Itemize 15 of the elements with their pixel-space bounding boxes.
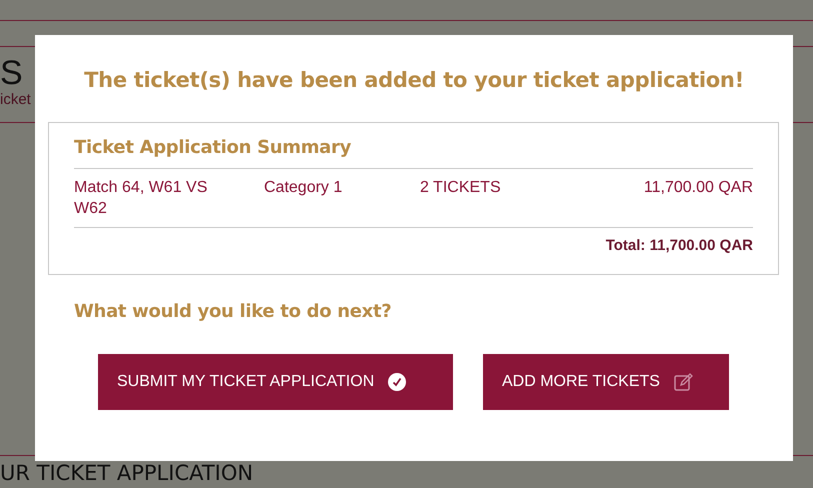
page-heading: S: [0, 55, 23, 91]
dialog-title: The ticket(s) have been added to your ticket application!: [83, 68, 745, 92]
total-amount: Total: 11,700.00 QAR: [606, 237, 753, 254]
summary-title: Ticket Application Summary: [74, 137, 753, 169]
checkmark-icon: [388, 373, 406, 391]
ticket-quantity: 2 TICKETS: [420, 178, 502, 198]
add-tickets-button[interactable]: ADD MORE TICKETS: [483, 354, 729, 410]
edit-icon: [674, 372, 694, 392]
ticket-price: 11,700.00 QAR: [642, 178, 753, 198]
submit-button[interactable]: SUBMIT MY TICKET APPLICATION: [98, 354, 453, 410]
section-heading: UR TICKET APPLICATION: [0, 460, 254, 487]
ticket-category: Category 1: [264, 178, 344, 198]
page-subtitle: icket: [0, 91, 31, 109]
match-name: Match 64, W61 VS W62: [74, 178, 208, 219]
next-heading: What would you like to do next?: [74, 301, 392, 322]
